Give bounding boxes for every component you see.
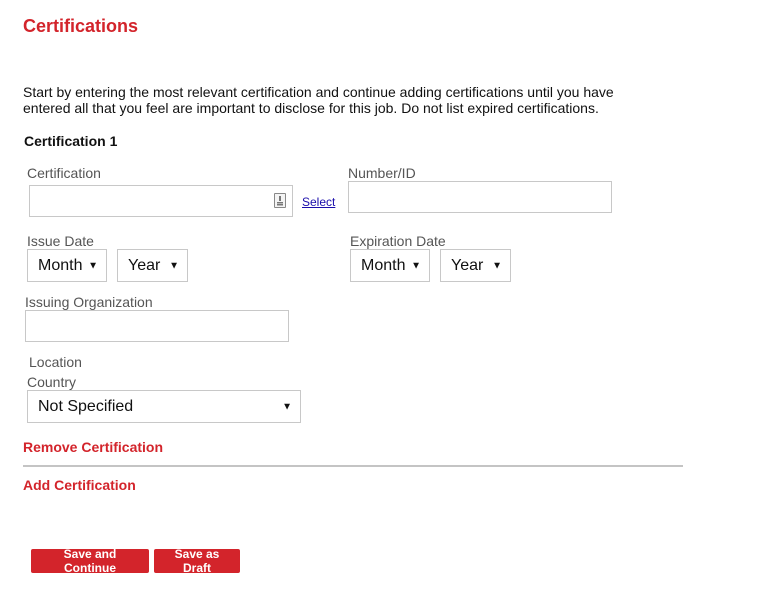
- save-and-continue-button[interactable]: Save and Continue: [31, 547, 149, 575]
- expiration-year-value: Year: [451, 256, 484, 274]
- issuing-organization-input[interactable]: [25, 310, 289, 342]
- page-title: Certifications: [23, 16, 139, 36]
- issue-year-select[interactable]: Year ▼: [117, 249, 188, 282]
- expiration-month-value: Month: [361, 256, 406, 274]
- expiration-year-select[interactable]: Year ▼: [440, 249, 511, 282]
- add-certification-link[interactable]: Add Certification: [23, 477, 136, 493]
- issue-year-value: Year: [128, 256, 161, 274]
- picker-icon[interactable]: [274, 193, 286, 208]
- caret-down-icon: ▼: [492, 260, 502, 271]
- expiration-date-label: Expiration Date: [350, 233, 446, 249]
- certification-label: Certification: [27, 165, 101, 181]
- save-as-draft-button[interactable]: Save as Draft: [154, 547, 240, 575]
- country-value: Not Specified: [38, 397, 134, 415]
- intro-text: Start by entering the most relevant cert…: [23, 84, 614, 116]
- country-label: Country: [27, 374, 77, 390]
- issuing-organization-label: Issuing Organization: [25, 294, 153, 310]
- certification-select-link[interactable]: Select: [302, 195, 335, 209]
- location-label: Location: [29, 354, 82, 370]
- expiration-month-select[interactable]: Month ▼: [350, 249, 430, 282]
- caret-down-icon: ▼: [282, 401, 292, 412]
- number-id-label: Number/ID: [348, 165, 416, 181]
- certification-input[interactable]: [29, 185, 293, 217]
- caret-down-icon: ▼: [169, 260, 179, 271]
- section-divider: [23, 465, 683, 467]
- number-id-input[interactable]: [348, 181, 612, 213]
- issue-date-label: Issue Date: [27, 233, 94, 249]
- issue-month-select[interactable]: Month ▼: [27, 249, 107, 282]
- caret-down-icon: ▼: [411, 260, 421, 271]
- certification-heading: Certification 1: [24, 133, 118, 149]
- certifications-page: Certifications Start by entering the mos…: [0, 0, 769, 590]
- issue-month-value: Month: [38, 256, 83, 274]
- caret-down-icon: ▼: [88, 260, 98, 271]
- remove-certification-link[interactable]: Remove Certification: [23, 439, 163, 455]
- country-select[interactable]: Not Specified ▼: [27, 390, 301, 423]
